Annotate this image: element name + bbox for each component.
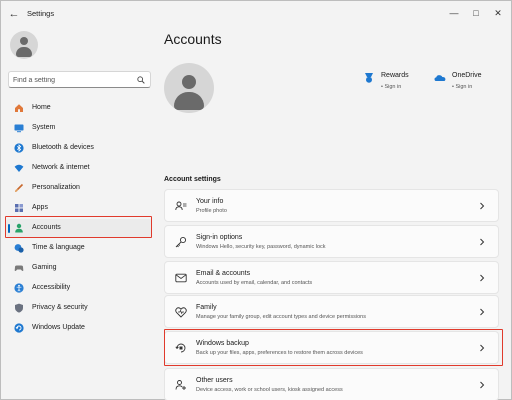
card-title: Sign-in options <box>196 234 243 241</box>
chevron-right-icon <box>480 238 485 246</box>
page-title: Accounts <box>164 31 222 47</box>
windows-backup-highlight-box <box>164 329 503 366</box>
card-description: Device access, work or school users, kio… <box>196 387 343 393</box>
sidebar-item-label: Bluetooth & devices <box>32 144 94 151</box>
card-description: Profile photo <box>196 208 227 214</box>
card-description: Windows Hello, security key, password, d… <box>196 244 326 250</box>
card-title: Family <box>196 304 217 311</box>
sidebar-item-label: Network & internet <box>32 164 90 171</box>
home-icon <box>15 104 23 112</box>
sidebar-item-accessibility[interactable]: Accessibility <box>6 279 152 297</box>
privacy-icon <box>15 303 23 313</box>
sidebar-item-time-language[interactable]: Time & language <box>6 239 152 257</box>
sidebar-item-label: System <box>32 124 56 131</box>
close-icon[interactable]: ✕ <box>489 5 507 21</box>
family-card[interactable]: Family Manage your family group, edit ac… <box>164 295 499 328</box>
sidebar-item-home[interactable]: Home <box>6 99 152 117</box>
sidebar-item-label: Privacy & security <box>32 304 88 311</box>
profile-avatar <box>164 63 214 113</box>
search-icon[interactable] <box>137 76 145 84</box>
card-description: Manage your family group, edit account t… <box>196 314 366 320</box>
family-icon <box>175 307 187 318</box>
time-language-icon <box>14 244 24 253</box>
sidebar-item-apps[interactable]: Apps <box>6 199 152 217</box>
search-input[interactable] <box>13 74 133 86</box>
sidebar-item-gaming[interactable]: Gaming <box>6 259 152 277</box>
other-users-card[interactable]: Other users Device access, work or schoo… <box>164 368 499 400</box>
personalization-icon <box>15 183 24 192</box>
chevron-right-icon <box>480 381 485 389</box>
sidebar-item-label: Home <box>32 104 51 111</box>
maximize-icon[interactable]: □ <box>467 5 485 21</box>
card-title: Your info <box>196 198 224 205</box>
service-status[interactable]: • Sign in <box>381 84 401 90</box>
section-title: Account settings <box>164 176 221 183</box>
sidebar-item-personalization[interactable]: Personalization <box>6 179 152 197</box>
back-arrow-icon[interactable]: ← <box>7 7 21 21</box>
title-bar: ← Settings — □ ✕ <box>1 1 511 27</box>
network-icon <box>14 164 24 172</box>
sidebar-item-label: Time & language <box>32 244 85 251</box>
sidebar-item-network[interactable]: Network & internet <box>6 159 152 177</box>
card-description: Accounts used by email, calendar, and co… <box>196 280 313 286</box>
system-icon <box>14 124 24 133</box>
sidebar-item-privacy-security[interactable]: Privacy & security <box>6 299 152 317</box>
other-users-icon <box>175 380 186 390</box>
user-avatar[interactable] <box>10 31 38 59</box>
sidebar-item-bluetooth[interactable]: Bluetooth & devices <box>6 139 152 157</box>
chevron-right-icon <box>480 202 485 210</box>
gaming-icon <box>14 265 24 271</box>
service-name: Rewards <box>381 72 409 79</box>
sign-in-options-card[interactable]: Sign-in options Windows Hello, security … <box>164 225 499 258</box>
sidebar-item-system[interactable]: System <box>6 119 152 137</box>
card-title: Other users <box>196 377 233 384</box>
sidebar-item-label: Personalization <box>32 184 80 191</box>
window-title: Settings <box>27 9 55 18</box>
sidebar-item-label: Windows Update <box>32 324 85 331</box>
your-info-card[interactable]: Your info Profile photo <box>164 189 499 222</box>
search-box[interactable] <box>8 71 151 88</box>
rewards-icon <box>365 73 373 83</box>
minimize-icon[interactable]: — <box>445 5 463 21</box>
email-icon <box>175 273 187 283</box>
onedrive-icon <box>434 75 446 81</box>
accessibility-icon <box>14 283 24 293</box>
sidebar-item-label: Gaming <box>32 264 57 271</box>
chevron-right-icon <box>480 308 485 316</box>
email-accounts-card[interactable]: Email & accounts Accounts used by email,… <box>164 261 499 294</box>
card-title: Email & accounts <box>196 270 251 277</box>
sidebar-item-label: Apps <box>32 204 48 211</box>
your-info-icon <box>175 201 187 211</box>
accounts-highlight-box <box>5 216 152 238</box>
service-status[interactable]: • Sign in <box>452 84 472 90</box>
sidebar-item-windows-update[interactable]: Windows Update <box>6 319 152 337</box>
windows-update-icon <box>14 323 24 333</box>
chevron-right-icon <box>480 274 485 282</box>
service-name: OneDrive <box>452 72 482 79</box>
settings-window: ← Settings — □ ✕ Home System <box>0 0 512 400</box>
key-icon <box>175 236 187 248</box>
bluetooth-icon <box>14 143 24 153</box>
apps-icon <box>15 204 23 212</box>
sidebar-item-label: Accessibility <box>32 284 71 291</box>
